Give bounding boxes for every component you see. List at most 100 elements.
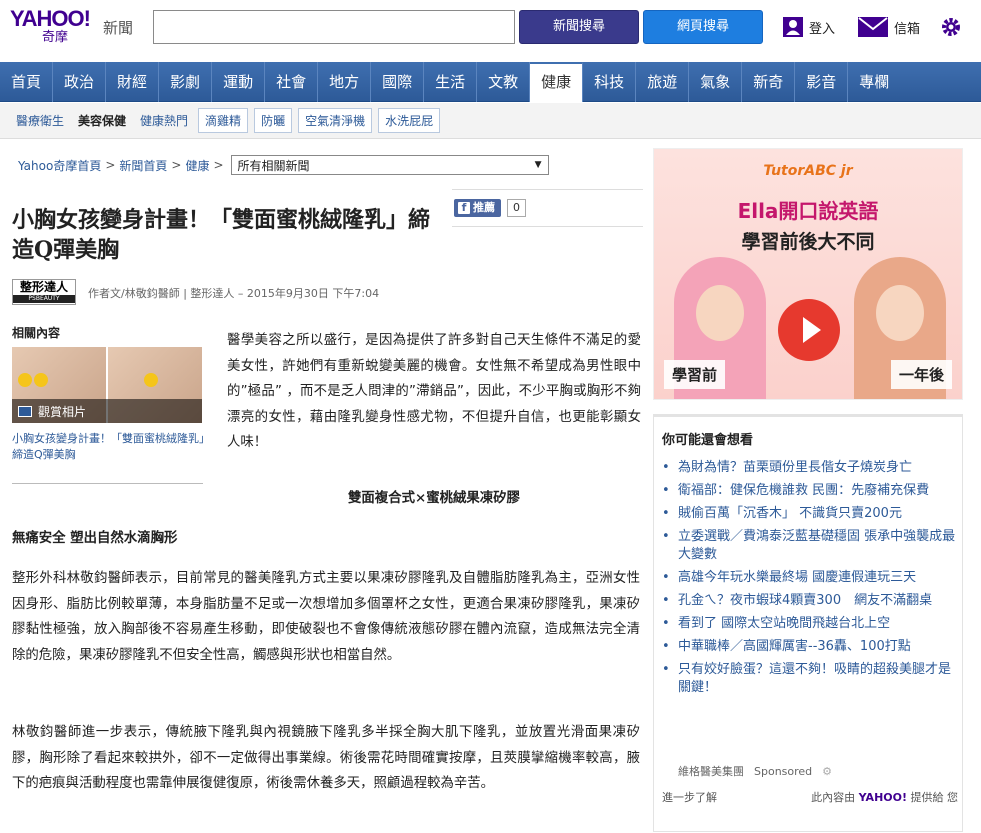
- article-paragraph: 醫學美容之所以盛行，是因為提供了許多對自己天生條件不滿足的愛美女性，許她們有重新…: [227, 333, 641, 450]
- news-search-button[interactable]: 新聞搜尋: [519, 10, 639, 44]
- list-item-text: 高雄今年玩水樂最終場 國慶連假連玩三天: [678, 570, 917, 585]
- list-item[interactable]: • 孔金ㄟ？夜市蝦球4顆賣300 網友不滿翻桌: [662, 592, 958, 610]
- mail-link[interactable]: 信箱: [858, 15, 920, 39]
- login-label: 登入: [809, 21, 836, 37]
- sub-nav: 醫療衛生 美容保健 健康熱門 滴雞精 防曬 空氣清淨機 水洗屁屁: [0, 103, 981, 139]
- news-label[interactable]: 新聞: [103, 17, 133, 38]
- subnav-tag[interactable]: 空氣清淨機: [298, 108, 373, 133]
- bullet-icon: •: [662, 483, 670, 498]
- list-item-text: 只有姣好臉蛋？這還不夠！吸睛的超殺美腿才是關鍵！: [678, 662, 952, 695]
- breadcrumb-sep: >: [105, 158, 116, 172]
- mail-label: 信箱: [894, 21, 921, 37]
- divider: [452, 226, 643, 227]
- divider: [12, 483, 203, 484]
- list-item[interactable]: • 衛福部：健保危機誰救 民團：先廢補充保費: [662, 482, 958, 500]
- facebook-like-button[interactable]: f 推薦: [454, 199, 501, 217]
- gear-icon: [942, 18, 960, 36]
- subnav-health-hot[interactable]: 健康熱門: [136, 112, 192, 129]
- recommendations-list: • 為財為情？苗栗頭份里長偕女子燒炭身亡 • 衛福部：健保危機誰救 民團：先廢補充保…: [662, 459, 958, 702]
- breadcrumb-sep: >: [171, 158, 182, 172]
- list-item[interactable]: • 為財為情？苗栗頭份里長偕女子燒炭身亡: [662, 459, 958, 477]
- divider: [452, 189, 643, 190]
- nav-item-travel[interactable]: 旅遊: [636, 62, 690, 102]
- settings-button[interactable]: [940, 15, 962, 39]
- related-heading: 相關內容: [12, 326, 61, 340]
- search-input[interactable]: [153, 10, 515, 44]
- list-item-text: 看到了 國際太空站晚間飛越台北上空: [678, 616, 891, 631]
- list-item-text: 為財為情？苗栗頭份里長偕女子燒炭身亡: [678, 460, 913, 475]
- breadcrumb-health[interactable]: 健康: [185, 157, 209, 174]
- fb-count: 0: [507, 199, 526, 217]
- bullet-icon: •: [662, 570, 670, 585]
- adchoices-icon[interactable]: ⚙: [822, 765, 832, 778]
- nav-item-society[interactable]: 社會: [265, 62, 319, 102]
- nav-item-video[interactable]: 影音: [795, 62, 849, 102]
- nav-item-local[interactable]: 地方: [318, 62, 372, 102]
- nav-item-international[interactable]: 國際: [371, 62, 425, 102]
- nav-item-life[interactable]: 生活: [424, 62, 478, 102]
- nav-item-politics[interactable]: 政治: [53, 62, 107, 102]
- list-item-text: 衛福部：健保危機誰救 民團：先廢補充保費: [678, 483, 930, 498]
- marker-dot: [34, 373, 48, 387]
- article-byline: 作者文/林敬鈞醫師 | 整形達人 – 2015年9月30日 下午7:04: [88, 287, 380, 300]
- subnav-tag[interactable]: 水洗屁屁: [378, 108, 441, 133]
- source-logo-text: 整形達人: [19, 280, 68, 294]
- nav-item-tech[interactable]: 科技: [583, 62, 637, 102]
- select-value: 所有相關新聞: [237, 158, 310, 173]
- web-search-button[interactable]: 網頁搜尋: [643, 10, 763, 44]
- recommendations-heading: 你可能還會想看: [662, 433, 754, 448]
- source-logo-subtext: PSBEAUTY: [13, 295, 75, 303]
- subnav-tag[interactable]: 滴雞精: [198, 108, 249, 133]
- list-item[interactable]: • 高雄今年玩水樂最終場 國慶連假連玩三天: [662, 569, 958, 587]
- list-item[interactable]: • 看到了 國際太空站晚間飛越台北上空: [662, 615, 958, 633]
- fb-label: 推薦: [473, 201, 495, 214]
- ad-subheadline: 學習前後大不同: [741, 231, 875, 253]
- breadcrumb-news[interactable]: 新聞首頁: [119, 157, 167, 174]
- nav-item-home[interactable]: 首頁: [0, 62, 54, 102]
- nav-item-column[interactable]: 專欄: [848, 62, 900, 102]
- related-news-select[interactable]: 所有相關新聞 ▼: [230, 155, 549, 175]
- yahoo-mini-logo: YAHOO!: [858, 791, 907, 804]
- nav-item-odd[interactable]: 新奇: [742, 62, 796, 102]
- subnav-beauty[interactable]: 美容保健: [74, 112, 130, 129]
- marker-dot: [18, 373, 32, 387]
- bullet-icon: •: [662, 529, 670, 544]
- nav-item-sports[interactable]: 運動: [212, 62, 266, 102]
- related-caption[interactable]: 小胸女孩變身計畫！「雙面蜜桃絨隆乳」締造Q彈美胸: [12, 431, 207, 463]
- recommendations-footer: 進一步了解 此內容由 YAHOO! 提供給 您: [662, 789, 958, 805]
- bullet-icon: •: [662, 506, 670, 521]
- list-item-sponsored[interactable]: • 只有姣好臉蛋？這還不夠！吸睛的超殺美腿才是關鍵！: [662, 661, 958, 697]
- list-item[interactable]: • 賊偷百萬「沉香木」 不識貨只賣200元: [662, 505, 958, 523]
- article-subheading: 無痛安全 塑出自然水滴胸形: [12, 530, 178, 546]
- article-paragraph: 林敬鈞醫師進一步表示，傳統腋下隆乳與內視鏡腋下隆乳多半採全胸大肌下隆乳，並放置光…: [12, 725, 640, 791]
- list-item[interactable]: • 立委選戰／費鴻泰泛藍基礎穩固 張承中強襲成最大變數: [662, 528, 958, 564]
- provided-prefix: 此內容由: [811, 791, 856, 804]
- gallery-label: 觀賞相片: [38, 404, 87, 419]
- logo-text: YAHOO!: [10, 6, 91, 31]
- ad-before-label: 學習前: [664, 360, 726, 389]
- nav-item-health[interactable]: 健康: [530, 62, 584, 102]
- bullet-icon: •: [662, 639, 670, 654]
- play-icon[interactable]: [778, 299, 840, 361]
- ad-banner[interactable]: TutorABC jr Ella開口說英語 學習前後大不同 學習前 一年後: [653, 148, 963, 400]
- nav-item-entertainment[interactable]: 影劇: [159, 62, 213, 102]
- login-link[interactable]: 登入: [783, 15, 835, 39]
- source-logo[interactable]: 整形達人 PSBEAUTY: [12, 279, 76, 305]
- yahoo-logo[interactable]: YAHOO! 奇摩: [10, 8, 100, 48]
- user-icon: [783, 17, 803, 37]
- subnav-tag[interactable]: 防曬: [254, 108, 293, 133]
- sponsor-meta: 維格醫美集團 Sponsored ⚙: [678, 763, 832, 779]
- list-item[interactable]: • 中華職棒／高國輝厲害--36轟、100打點: [662, 638, 958, 656]
- view-gallery-button[interactable]: 觀賞相片: [12, 399, 202, 423]
- nav-item-education[interactable]: 文教: [477, 62, 531, 102]
- breadcrumb-home[interactable]: Yahoo奇摩首頁: [18, 157, 101, 174]
- sponsor-name[interactable]: 維格醫美集團: [678, 763, 744, 779]
- nav-item-finance[interactable]: 財經: [106, 62, 160, 102]
- share-bar: f 推薦 0: [454, 199, 526, 217]
- top-header: YAHOO! 奇摩 新聞 新聞搜尋 網頁搜尋 登入 信箱: [0, 0, 981, 60]
- subnav-medical[interactable]: 醫療衛生: [12, 112, 68, 129]
- nav-item-weather[interactable]: 氣象: [689, 62, 743, 102]
- breadcrumb: Yahoo奇摩首頁 > 新聞首頁 > 健康 > 所有相關新聞 ▼: [18, 155, 549, 175]
- learn-more-link[interactable]: 進一步了解: [662, 789, 717, 805]
- sponsored-label: Sponsored: [754, 764, 813, 778]
